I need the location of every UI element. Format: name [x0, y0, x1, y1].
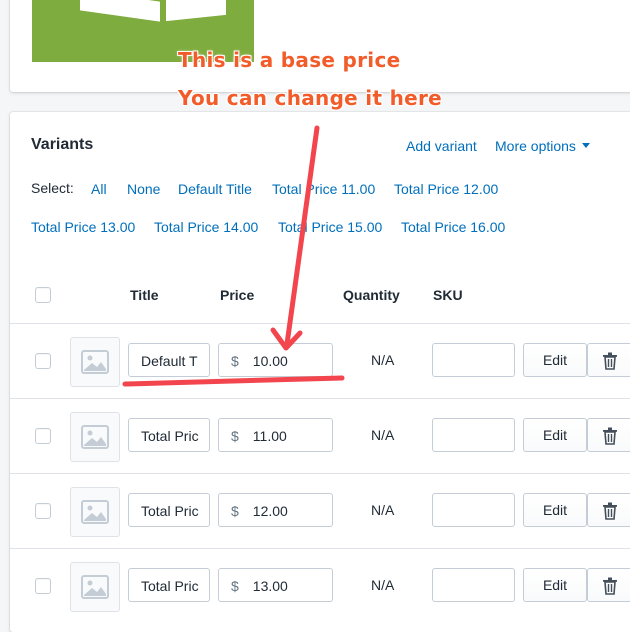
annotation-base-price-text: This is a base price [178, 48, 401, 72]
annotation-change-here-text: You can change it here [178, 86, 443, 110]
annotation-underline [122, 375, 345, 387]
annotation-arrow [270, 125, 320, 351]
